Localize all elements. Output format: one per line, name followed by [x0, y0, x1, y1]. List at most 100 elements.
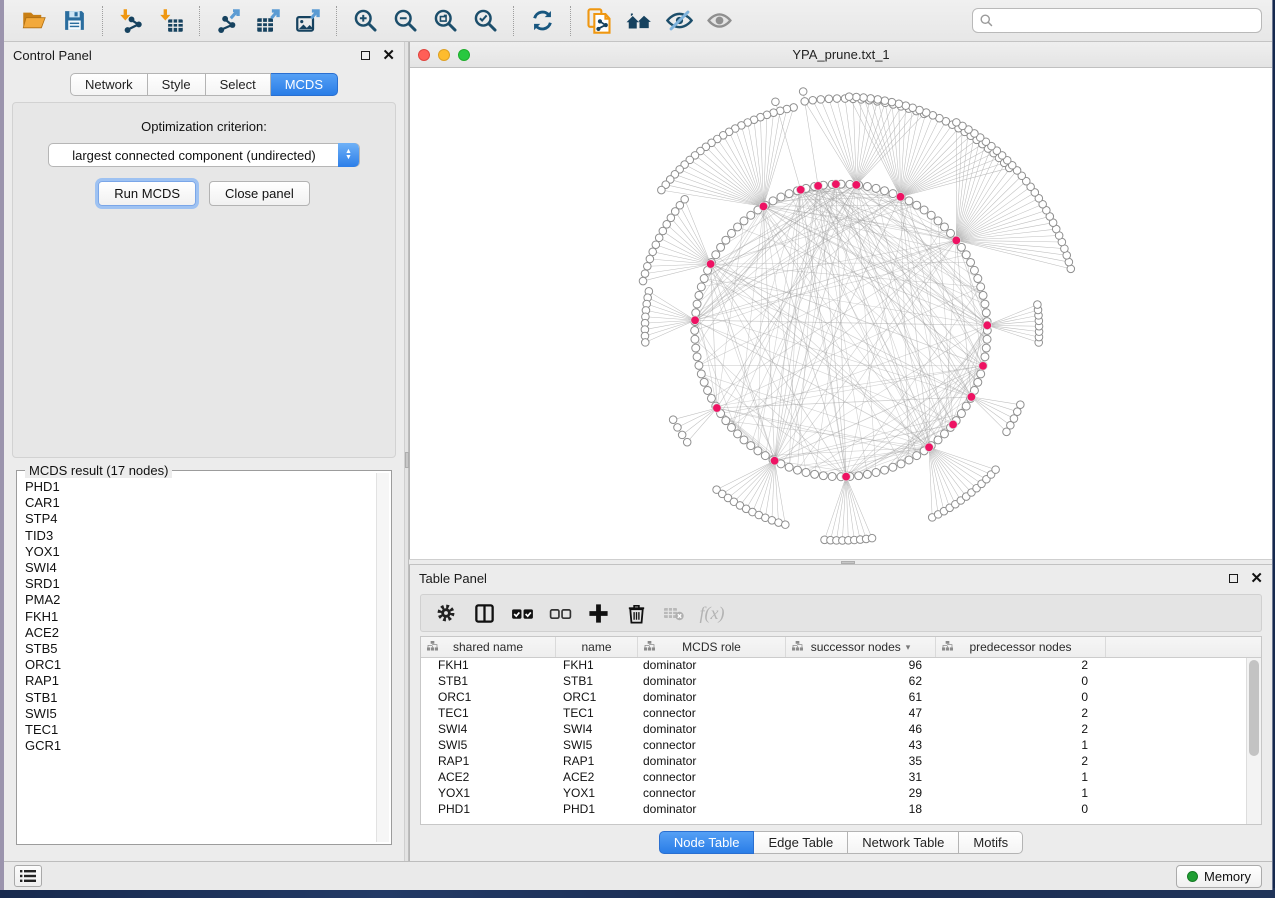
import-table-icon[interactable]: [151, 4, 191, 38]
zoom-out-icon[interactable]: [385, 4, 425, 38]
table-row[interactable]: RAP1RAP1dominator352: [421, 754, 1246, 770]
splitter-grip[interactable]: [405, 452, 409, 468]
tab-select[interactable]: Select: [206, 73, 271, 96]
table-cell: 43: [786, 738, 936, 754]
tab-network[interactable]: Network: [70, 73, 148, 96]
mcds-list-scrollbar[interactable]: [376, 473, 389, 842]
column-header-predecessor-nodes[interactable]: predecessor nodes: [936, 637, 1106, 657]
delete-icon[interactable]: [619, 598, 653, 628]
mcds-node-item[interactable]: FKH1: [25, 609, 374, 625]
column-header-MCDS-role[interactable]: MCDS role: [638, 637, 786, 657]
search-icon: [979, 13, 994, 28]
save-session-icon[interactable]: [54, 4, 94, 38]
table-toolbar: f(x): [420, 594, 1262, 632]
table-cell: 0: [936, 690, 1106, 706]
column-header-shared-name[interactable]: shared name: [421, 637, 556, 657]
export-image-icon[interactable]: [288, 4, 328, 38]
table-cell: 47: [786, 706, 936, 722]
zoom-selected-icon[interactable]: [465, 4, 505, 38]
task-history-button[interactable]: [14, 865, 42, 887]
mcds-node-item[interactable]: ACE2: [25, 625, 374, 641]
mcds-node-item[interactable]: SRD1: [25, 576, 374, 592]
run-mcds-button[interactable]: Run MCDS: [98, 181, 196, 206]
table-row[interactable]: SWI5SWI5connector431: [421, 738, 1246, 754]
mcds-node-item[interactable]: TID3: [25, 528, 374, 544]
gear-icon[interactable]: [429, 598, 463, 628]
memory-status-icon: [1187, 871, 1198, 882]
tab-mcds[interactable]: MCDS: [271, 73, 338, 96]
table-row[interactable]: SWI4SWI4dominator462: [421, 722, 1246, 738]
table-scrollbar[interactable]: [1246, 658, 1261, 824]
vertical-splitter[interactable]: [404, 42, 409, 861]
network-canvas[interactable]: [410, 68, 1272, 559]
clone-network-icon[interactable]: [579, 4, 619, 38]
mcds-node-item[interactable]: SWI4: [25, 560, 374, 576]
export-table-icon[interactable]: [248, 4, 288, 38]
float-icon[interactable]: [361, 51, 370, 60]
select-all-icon[interactable]: [505, 598, 539, 628]
network-window-titlebar[interactable]: YPA_prune.txt_1: [410, 42, 1272, 68]
horizontal-splitter[interactable]: [409, 559, 1272, 565]
zoom-fit-icon[interactable]: [425, 4, 465, 38]
deselect-all-icon[interactable]: [543, 598, 577, 628]
table-cell: 1: [936, 770, 1106, 786]
table-row[interactable]: PHD1PHD1dominator180: [421, 802, 1246, 818]
search-input[interactable]: [972, 8, 1262, 33]
export-network-icon[interactable]: [208, 4, 248, 38]
open-session-icon[interactable]: [14, 4, 54, 38]
show-all-icon[interactable]: [699, 4, 739, 38]
splitter-grip[interactable]: [841, 561, 855, 564]
mcds-node-item[interactable]: TEC1: [25, 722, 374, 738]
table-cell: dominator: [638, 802, 786, 818]
memory-button[interactable]: Memory: [1176, 865, 1262, 888]
hide-selected-icon[interactable]: [659, 4, 699, 38]
table-cell: 29: [786, 786, 936, 802]
control-panel-tabs: NetworkStyleSelectMCDS: [4, 69, 404, 102]
close-panel-button[interactable]: Close panel: [209, 181, 310, 206]
table-cell: SWI4: [556, 722, 638, 738]
search-field-wrap: [972, 8, 1262, 33]
float-icon[interactable]: [1229, 574, 1238, 583]
mcds-node-item[interactable]: YOX1: [25, 544, 374, 560]
mcds-node-item[interactable]: PHD1: [25, 479, 374, 495]
zoom-in-icon[interactable]: [345, 4, 385, 38]
mcds-node-item[interactable]: PMA2: [25, 592, 374, 608]
split-columns-icon[interactable]: [467, 598, 501, 628]
mcds-node-item[interactable]: GCR1: [25, 738, 374, 754]
table-cell: connector: [638, 706, 786, 722]
refresh-icon[interactable]: [522, 4, 562, 38]
close-icon[interactable]: ✕: [382, 51, 395, 60]
mcds-node-item[interactable]: ORC1: [25, 657, 374, 673]
column-header-name[interactable]: name: [556, 637, 638, 657]
tab-motifs[interactable]: Motifs: [959, 831, 1023, 854]
toolbar-separator: [102, 6, 103, 36]
mcds-result-list[interactable]: PHD1CAR1STP4TID3YOX1SWI4SRD1PMA2FKH1ACE2…: [19, 475, 374, 842]
table-row[interactable]: ACE2ACE2connector311: [421, 770, 1246, 786]
mcds-node-item[interactable]: SWI5: [25, 706, 374, 722]
mcds-node-item[interactable]: STP4: [25, 511, 374, 527]
table-row[interactable]: YOX1YOX1connector291: [421, 786, 1246, 802]
table-row[interactable]: STB1STB1dominator620: [421, 674, 1246, 690]
tab-network-table[interactable]: Network Table: [848, 831, 959, 854]
mcds-node-item[interactable]: STB5: [25, 641, 374, 657]
mcds-node-item[interactable]: RAP1: [25, 673, 374, 689]
scrollbar-thumb[interactable]: [1249, 660, 1259, 756]
column-header-successor-nodes[interactable]: successor nodes▾: [786, 637, 936, 657]
close-icon[interactable]: ✕: [1250, 574, 1263, 583]
table-row[interactable]: ORC1ORC1dominator610: [421, 690, 1246, 706]
table-cell: RAP1: [556, 754, 638, 770]
tab-style[interactable]: Style: [148, 73, 206, 96]
table-row[interactable]: TEC1TEC1connector472: [421, 706, 1246, 722]
network-graph[interactable]: [410, 68, 1272, 559]
import-network-icon[interactable]: [111, 4, 151, 38]
add-icon[interactable]: [581, 598, 615, 628]
table-cell: connector: [638, 770, 786, 786]
tab-edge-table[interactable]: Edge Table: [754, 831, 848, 854]
criterion-select[interactable]: largest connected component (undirected)…: [48, 143, 360, 167]
table-row[interactable]: FKH1FKH1dominator962: [421, 658, 1246, 674]
tab-node-table[interactable]: Node Table: [659, 831, 755, 854]
first-neighbors-icon[interactable]: [619, 4, 659, 38]
table-cell: 96: [786, 658, 936, 674]
mcds-node-item[interactable]: CAR1: [25, 495, 374, 511]
mcds-node-item[interactable]: STB1: [25, 690, 374, 706]
